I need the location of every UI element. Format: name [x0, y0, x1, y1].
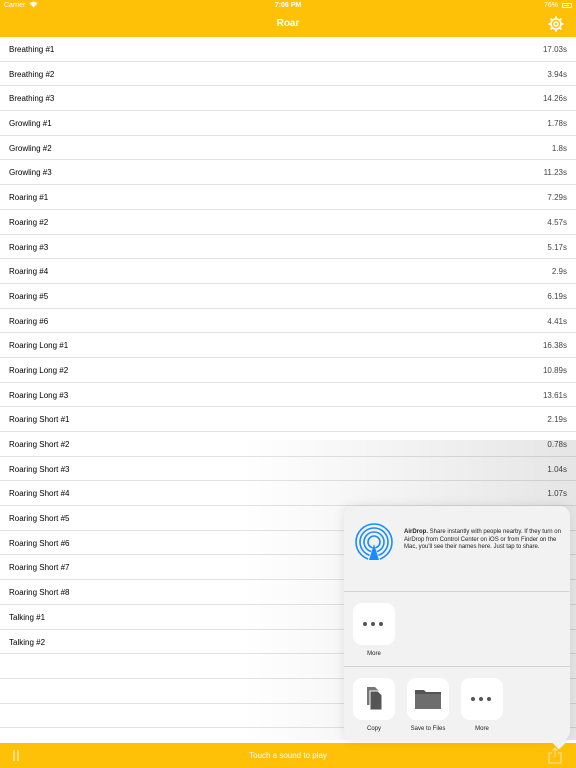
play-hint: Touch a sound to play	[249, 751, 327, 760]
share-icon[interactable]	[548, 747, 562, 764]
more-icon	[461, 678, 503, 720]
navigation-bar: Roar	[0, 11, 576, 37]
sound-name: Roaring #5	[9, 291, 49, 301]
sound-name: Roaring Long #3	[9, 390, 69, 400]
sound-duration: 17.03s	[542, 45, 567, 54]
sound-duration: 13.61s	[542, 390, 567, 400]
sound-row[interactable]: Roaring Long #2 10.89s	[0, 358, 576, 383]
sound-duration: 4.41s	[547, 316, 567, 326]
sound-name: Talking #1	[9, 612, 46, 622]
airdrop-title: AirDrop.	[404, 529, 428, 535]
sound-name: Roaring #4	[9, 267, 49, 277]
sound-duration: 1.8s	[551, 143, 567, 153]
sound-duration: 4.57s	[547, 217, 567, 227]
share-actions-row: Copy Save to Files More	[344, 667, 570, 741]
sound-row[interactable]: Roaring Short #3 1.04s	[0, 457, 576, 482]
sound-name: Roaring Short #3	[9, 464, 70, 474]
sound-duration: 1.07s	[547, 489, 567, 499]
sound-row[interactable]: Roaring #2 4.57s	[0, 210, 576, 235]
sound-name: Roaring #3	[9, 242, 49, 252]
page-title: Roar	[276, 18, 300, 29]
sound-duration: 0.78s	[547, 440, 567, 449]
more-apps-label: More	[367, 651, 381, 657]
sound-duration: 6.19s	[547, 291, 567, 301]
sound-duration: 14.26s	[542, 94, 567, 104]
airdrop-icon	[355, 523, 393, 562]
sound-duration: 11.23s	[543, 168, 567, 178]
more-apps-button[interactable]: More	[352, 603, 396, 657]
share-sheet: AirDrop. Share instantly with people nea…	[344, 506, 570, 741]
sound-duration: 1.78s	[547, 119, 567, 129]
sound-name: Roaring #1	[9, 193, 49, 203]
sound-name: Roaring Short #8	[9, 588, 70, 598]
sound-row[interactable]: Roaring Short #2 0.78s	[0, 432, 576, 457]
sound-name: Roaring Short #4	[9, 489, 70, 499]
sound-name: Roaring Long #2	[9, 365, 69, 375]
sound-duration: 16.38s	[542, 341, 567, 351]
airdrop-description: AirDrop. Share instantly with people nea…	[404, 529, 562, 552]
sound-row[interactable]: Roaring #6 4.41s	[0, 309, 576, 334]
bottom-toolbar: Touch a sound to play	[0, 743, 576, 768]
sound-row[interactable]: Roaring #4 2.9s	[0, 259, 576, 284]
sound-row[interactable]: Breathing #1 17.03s	[0, 37, 576, 62]
sound-duration: 7.29s	[547, 193, 567, 203]
more-actions-button[interactable]: More	[460, 678, 504, 732]
folder-icon	[407, 678, 449, 720]
battery-icon	[562, 3, 572, 8]
sound-row[interactable]: Breathing #2 3.94s	[0, 62, 576, 87]
save-to-files-label: Save to Files	[410, 726, 446, 732]
gear-icon[interactable]	[548, 16, 564, 32]
sound-row[interactable]: Roaring Long #3 13.61s	[0, 383, 576, 408]
sound-row[interactable]: Roaring Short #1 2.19s	[0, 407, 576, 432]
sound-name: Growling #3	[9, 168, 52, 178]
save-to-files-button[interactable]: Save to Files	[406, 678, 450, 732]
sound-name: Roaring Long #1	[9, 341, 69, 351]
copy-button[interactable]: Copy	[352, 678, 396, 732]
sound-name: Roaring Short #7	[9, 563, 70, 573]
share-apps-row: More	[344, 592, 570, 667]
sound-row[interactable]: Roaring #5 6.19s	[0, 284, 576, 309]
airdrop-section[interactable]: AirDrop. Share instantly with people nea…	[344, 506, 570, 592]
sound-name: Breathing #1	[9, 45, 55, 54]
sound-row[interactable]: Roaring #1 7.29s	[0, 185, 576, 210]
sound-name: Growling #1	[9, 119, 52, 129]
status-bar: Carrier 7:06 PM 76%	[0, 0, 576, 11]
sound-row[interactable]: Growling #2 1.8s	[0, 136, 576, 161]
sound-duration: 3.94s	[547, 69, 567, 79]
sound-name: Roaring #2	[9, 217, 49, 227]
copy-label: Copy	[366, 726, 381, 732]
clock: 7:06 PM	[274, 2, 302, 9]
sound-duration: 5.17s	[547, 242, 567, 252]
sound-name: Breathing #3	[9, 94, 55, 104]
sound-row[interactable]: Growling #1 1.78s	[0, 111, 576, 136]
sound-name: Talking #2	[9, 637, 46, 647]
sound-row[interactable]: Breathing #3 14.26s	[0, 86, 576, 112]
sound-row[interactable]: Roaring Long #1 16.38s	[0, 333, 576, 358]
airdrop-text: Share instantly with people nearby. If t…	[404, 529, 561, 551]
sound-duration: 10.89s	[542, 365, 567, 375]
sound-row[interactable]: Growling #3 11.23s	[0, 160, 576, 186]
sound-duration: 1.04s	[547, 464, 567, 474]
sound-name: Roaring Short #1	[9, 415, 70, 425]
sound-name: Roaring Short #6	[9, 538, 70, 548]
sound-name: Roaring Short #5	[9, 514, 70, 524]
sound-name: Growling #2	[9, 143, 52, 153]
battery-percent: 76%	[543, 2, 558, 9]
sound-duration: 2.19s	[547, 415, 567, 425]
sound-duration: 2.9s	[551, 267, 567, 277]
more-icon	[353, 603, 395, 645]
sound-row[interactable]: Roaring Short #4 1.07s	[0, 481, 576, 507]
sound-row[interactable]: Roaring #3 5.17s	[0, 235, 576, 260]
sound-name: Roaring #6	[9, 316, 49, 326]
more-actions-label: More	[475, 726, 489, 732]
sound-name: Roaring Short #2	[9, 440, 70, 449]
sound-name: Breathing #2	[9, 69, 55, 79]
copy-icon	[353, 678, 395, 720]
